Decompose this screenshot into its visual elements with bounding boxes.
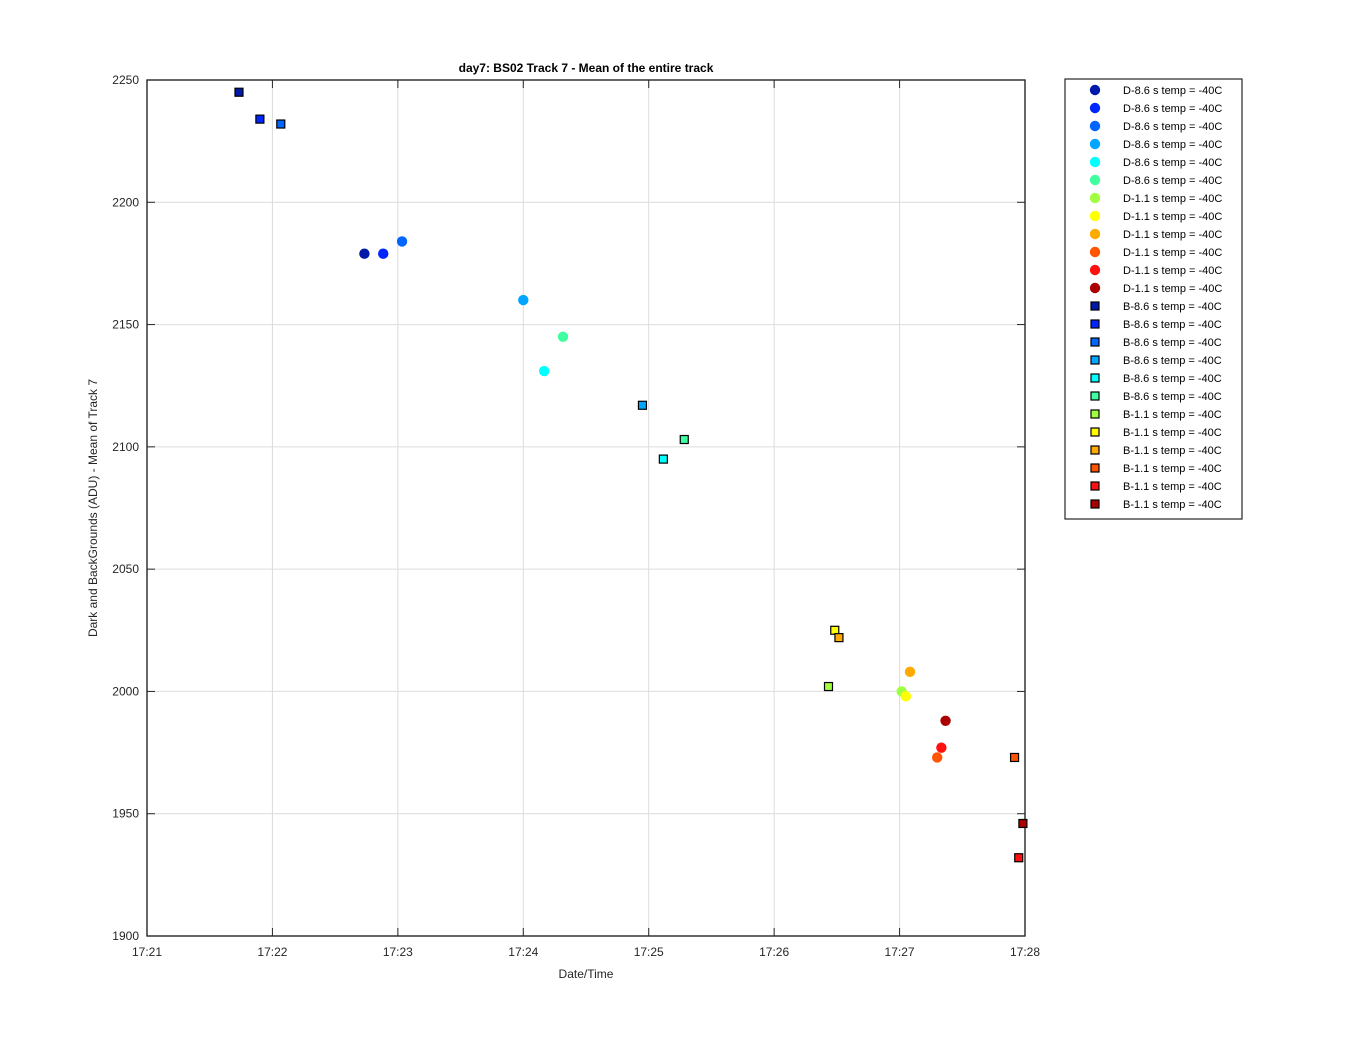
legend-marker [1089, 192, 1101, 204]
legend-entry-label: B-1.1 s temp = -40C [1123, 427, 1222, 439]
data-point-circle [900, 691, 912, 702]
data-point-circle [378, 248, 389, 259]
legend-marker [1089, 174, 1101, 186]
data-point-square [255, 114, 265, 124]
data-point-square [658, 454, 668, 464]
legend-marker [1090, 481, 1100, 491]
x-tick-label: 17:28 [1010, 945, 1040, 959]
x-tick-label: 17:21 [132, 945, 162, 959]
data-point-square [1018, 818, 1028, 829]
legend-marker [1089, 228, 1101, 240]
data-point-circle [932, 752, 943, 763]
x-tick-label: 17:22 [257, 945, 287, 959]
x-tick-label: 17:24 [508, 945, 538, 959]
y-tick-label: 2000 [112, 684, 139, 698]
x-tick-label: 17:26 [759, 945, 789, 959]
legend-entry-label: B-8.6 s temp = -40C [1123, 301, 1222, 313]
y-tick-label: 1950 [112, 807, 139, 821]
legend-entry-label: D-8.6 s temp = -40C [1123, 175, 1222, 187]
legend-marker [1090, 445, 1100, 455]
data-point-circle [359, 248, 370, 259]
legend-marker [1090, 409, 1100, 419]
data-point-square [834, 633, 844, 643]
scatter-chart: 17:21 17:22 17:23 17:24 17:25 17:26 17:27 17:28… [0, 0, 1350, 1050]
legend: D-8.6 s temp = -40C D-8.6 s temp = -40C D-… [1064, 78, 1243, 520]
legend-marker [1090, 301, 1100, 311]
legend-marker [1089, 84, 1101, 96]
legend-marker [1090, 355, 1100, 365]
legend-marker [1089, 156, 1101, 168]
y-axis-label: Dark and BackGrounds (ADU) - Mean of Tra… [86, 379, 100, 637]
legend-entry-label: B-8.6 s temp = -40C [1123, 319, 1222, 331]
legend-entry-label: D-8.6 s temp = -40C [1123, 121, 1222, 133]
legend-entry-label: B-8.6 s temp = -40C [1123, 337, 1222, 349]
x-tick-label: 17:23 [383, 945, 413, 959]
legend-marker [1089, 210, 1101, 222]
legend-entry-label: D-1.1 s temp = -40C [1123, 229, 1222, 241]
legend-entry-label: D-8.6 s temp = -40C [1123, 157, 1222, 169]
legend-entry-label: D-1.1 s temp = -40C [1123, 211, 1222, 223]
x-axis-label: Date/Time [559, 967, 614, 981]
y-tick-label: 2050 [112, 562, 139, 576]
y-tick-label: 2250 [112, 73, 139, 87]
legend-entry-label: D-1.1 s temp = -40C [1123, 265, 1222, 277]
x-tick-label: 17:25 [634, 945, 664, 959]
legend-entry-label: D-8.6 s temp = -40C [1123, 103, 1222, 115]
legend-marker [1090, 337, 1100, 347]
data-point-circle [538, 365, 550, 377]
data-point-square [276, 119, 286, 129]
data-point-circle [396, 236, 408, 247]
x-tick-label: 17:27 [885, 945, 915, 959]
chart-title: day7: BS02 Track 7 - Mean of the entire … [459, 61, 714, 75]
legend-entry-label: D-1.1 s temp = -40C [1123, 283, 1222, 295]
legend-marker [1089, 102, 1101, 114]
legend-entry-label: B-8.6 s temp = -40C [1123, 355, 1222, 367]
legend-entry-label: B-1.1 s temp = -40C [1123, 409, 1222, 421]
data-point-circle [940, 715, 951, 726]
y-tick-label: 2200 [112, 195, 139, 209]
y-tick-label: 2100 [112, 440, 139, 454]
legend-marker [1089, 282, 1101, 294]
legend-marker [1090, 391, 1100, 401]
legend-marker [1090, 319, 1100, 329]
y-tick-label: 2150 [112, 318, 139, 332]
legend-entry-label: D-1.1 s temp = -40C [1123, 193, 1222, 205]
legend-entry-label: D-8.6 s temp = -40C [1123, 139, 1222, 151]
data-point-square [234, 87, 244, 97]
legend-marker [1090, 373, 1100, 383]
legend-marker [1089, 120, 1101, 132]
legend-entry-label: B-1.1 s temp = -40C [1123, 445, 1222, 457]
legend-marker [1090, 499, 1100, 509]
legend-marker [1090, 427, 1100, 437]
legend-entry-label: B-1.1 s temp = -40C [1123, 463, 1222, 475]
data-point-square [637, 400, 648, 410]
legend-marker [1089, 246, 1101, 258]
legend-marker [1089, 138, 1101, 150]
legend-entry-label: B-1.1 s temp = -40C [1123, 481, 1222, 493]
legend-entry-label: B-1.1 s temp = -40C [1123, 499, 1222, 511]
data-point-circle [904, 666, 916, 678]
y-tick-label: 1900 [112, 929, 139, 943]
legend-entry-label: D-8.6 s temp = -40C [1123, 85, 1222, 97]
legend-entry-label: B-8.6 s temp = -40C [1123, 391, 1222, 403]
data-point-square [823, 681, 834, 692]
legend-entry-label: D-1.1 s temp = -40C [1123, 247, 1222, 259]
data-point-square [1014, 853, 1024, 863]
data-point-circle [557, 331, 569, 342]
legend-marker [1090, 463, 1100, 473]
data-point-square [1009, 752, 1020, 763]
data-point-square [679, 434, 689, 445]
data-point-circle [936, 742, 947, 753]
legend-entry-label: B-8.6 s temp = -40C [1123, 373, 1222, 385]
legend-marker [1089, 264, 1101, 276]
chart-figure: 17:21 17:22 17:23 17:24 17:25 17:26 17:27 17:28… [0, 0, 1350, 1050]
data-point-circle [518, 294, 529, 306]
